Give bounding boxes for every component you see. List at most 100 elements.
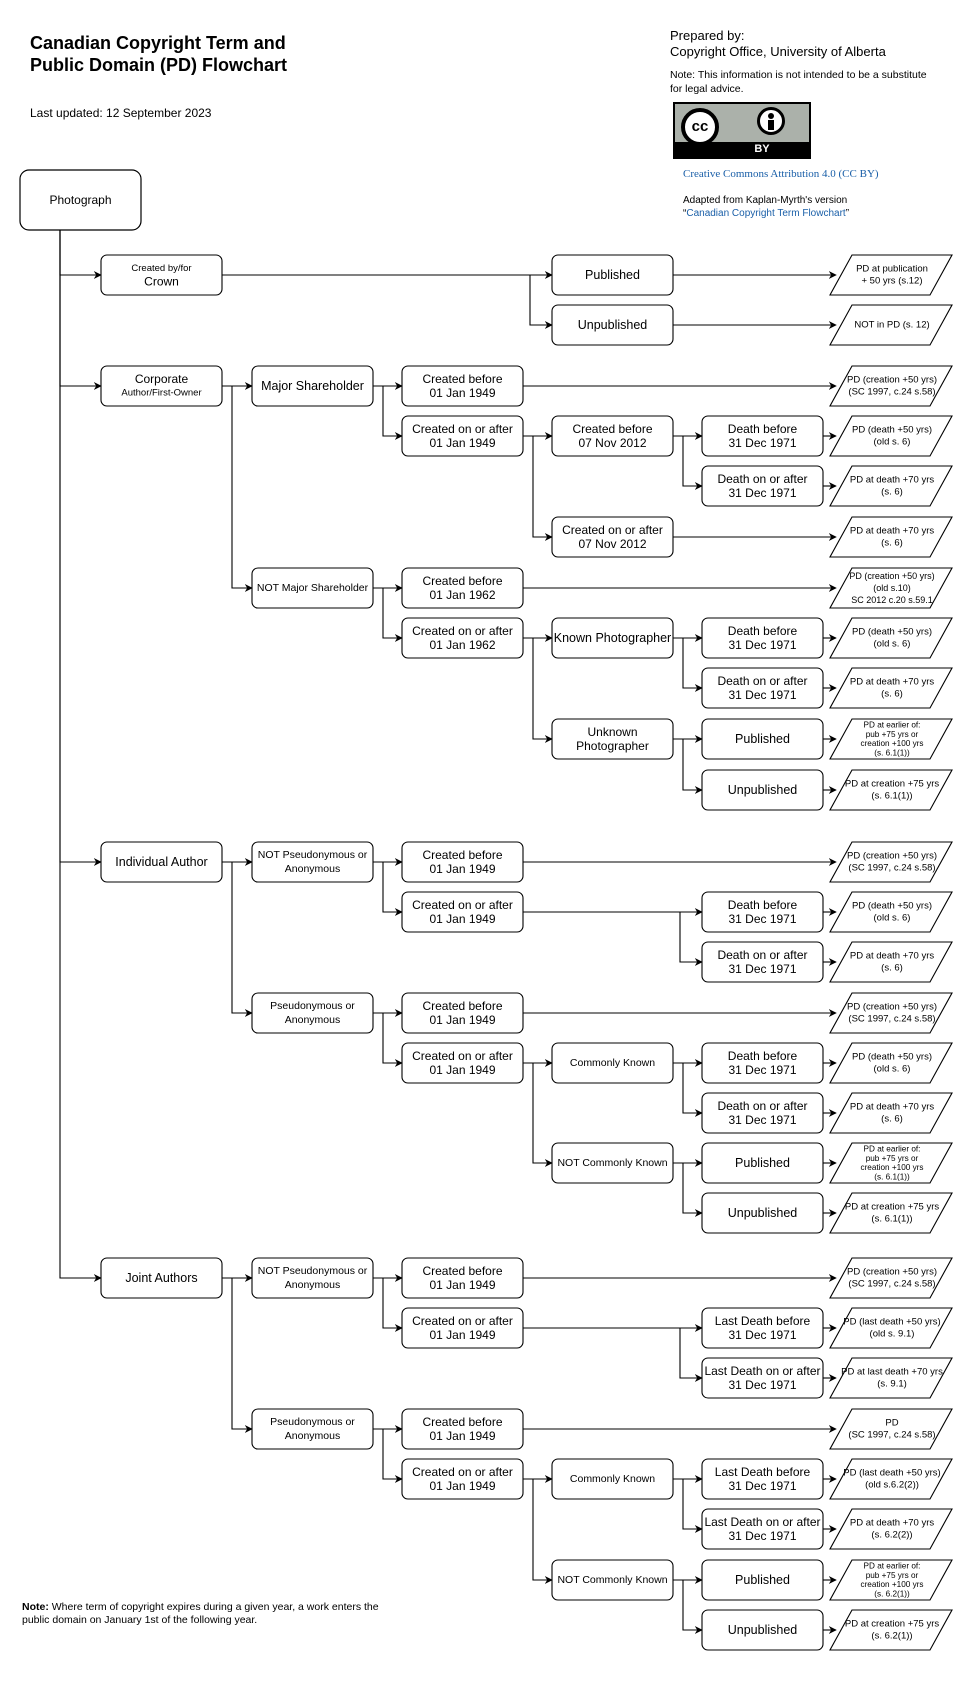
node-ms-before-1949[interactable]: Created before01 Jan 1949 <box>401 365 524 407</box>
outcome-label: PD at last death +70 yrs <box>841 1367 943 1378</box>
node-label: Anonymous <box>285 1279 340 1291</box>
node-label: Last Death before <box>715 1314 811 1328</box>
node-ja-not-pseudo[interactable]: NOT Pseudonymous or Anonymous <box>251 1257 374 1299</box>
node-joint-authors[interactable]: Joint Authors <box>100 1257 223 1299</box>
node-label: Known Photographer <box>554 631 671 645</box>
connector-photograph-to-individual-author <box>59 230 102 866</box>
node-ia-nck-published[interactable]: Published <box>701 1142 824 1184</box>
node-label: Pseudonymous or <box>270 1416 355 1428</box>
outcome-label: (s. 6.1(1)) <box>874 1172 910 1181</box>
node-ja-nck-unpublished[interactable]: Unpublished <box>701 1609 824 1651</box>
node-label: Created by/for <box>131 263 191 274</box>
node-box[interactable] <box>251 992 374 1034</box>
node-label: 31 Dec 1971 <box>728 912 796 926</box>
node-label: Unpublished <box>728 783 798 797</box>
node-ia-np-death-after[interactable]: Death on or after31 Dec 1971 <box>701 941 824 983</box>
node-box[interactable] <box>251 841 374 883</box>
node-ia-not-pseudo[interactable]: NOT Pseudonymous or Anonymous <box>251 841 374 883</box>
outcome-label: PD at death +70 yrs <box>850 1518 934 1529</box>
node-label: Death before <box>728 624 798 638</box>
node-ia-np-death-before[interactable]: Death before31 Dec 1971 <box>701 891 824 933</box>
outcome-o-up-published: PD at earlier of:pub +75 yrs orcreation … <box>829 718 953 760</box>
connector-ia-p-after-1949-to-ia-not-commonly-known <box>523 1062 553 1167</box>
node-ja-nck-published[interactable]: Published <box>701 1559 824 1601</box>
node-ia-pseudo[interactable]: Pseudonymous or Anonymous <box>251 992 374 1034</box>
node-ja-not-commonly-known[interactable]: NOT Commonly Known <box>551 1559 674 1601</box>
node-ms-after-2012[interactable]: Created on or after07 Nov 2012 <box>551 516 674 558</box>
connector-photograph-to-crown <box>59 230 102 279</box>
outcome-o-ia-ck-death-after: PD at death +70 yrs(s. 6) <box>829 1092 953 1134</box>
outcome-label: (s. 6) <box>881 538 903 549</box>
node-crown[interactable]: Created by/forCrown <box>100 254 223 296</box>
node-label: Last Death on or after <box>704 1515 820 1529</box>
node-ja-np-last-death-after[interactable]: Last Death on or after31 Dec 1971 <box>701 1357 824 1399</box>
node-label: Individual Author <box>115 855 207 869</box>
outcome-label: PD (last death +50 yrs) <box>843 1468 940 1479</box>
node-kp-death-after[interactable]: Death on or after31 Dec 1971 <box>701 667 824 709</box>
node-crown-unpublished[interactable]: Unpublished <box>551 304 674 346</box>
node-ia-p-before-1949[interactable]: Created before01 Jan 1949 <box>401 992 524 1034</box>
node-ja-ck-last-death-after[interactable]: Last Death on or after31 Dec 1971 <box>701 1508 824 1550</box>
node-kp-death-before[interactable]: Death before31 Dec 1971 <box>701 617 824 659</box>
node-nms-before-1962[interactable]: Created before01 Jan 1962 <box>401 567 524 609</box>
node-ja-ck-last-death-before[interactable]: Last Death before31 Dec 1971 <box>701 1458 824 1500</box>
node-photograph[interactable]: Photograph <box>19 169 142 231</box>
node-box[interactable] <box>251 1257 374 1299</box>
node-ja-p-before-1949[interactable]: Created before01 Jan 1949 <box>401 1408 524 1450</box>
node-ia-nck-unpublished[interactable]: Unpublished <box>701 1192 824 1234</box>
node-individual-author[interactable]: Individual Author <box>100 841 223 883</box>
node-ia-ck-death-before[interactable]: Death before31 Dec 1971 <box>701 1042 824 1084</box>
node-label: 31 Dec 1971 <box>728 638 796 652</box>
node-ja-np-last-death-before[interactable]: Last Death before31 Dec 1971 <box>701 1307 824 1349</box>
node-ms-before-2012[interactable]: Created before07 Nov 2012 <box>551 415 674 457</box>
node-ja-pseudo[interactable]: Pseudonymous or Anonymous <box>251 1408 374 1450</box>
connector-ia-not-pseudo-to-ia-np-after-1949 <box>373 861 403 916</box>
outcome-o-crown-unpub: NOT in PD (s. 12) <box>829 304 953 346</box>
node-ia-not-commonly-known[interactable]: NOT Commonly Known <box>551 1142 674 1184</box>
connector-ia-not-commonly-known-to-ia-nck-unpublished <box>673 1162 703 1217</box>
node-ia-np-before-1949[interactable]: Created before01 Jan 1949 <box>401 841 524 883</box>
node-crown-published[interactable]: Published <box>551 254 674 296</box>
node-up-published[interactable]: Published <box>701 718 824 760</box>
node-label: Created before <box>422 574 502 588</box>
node-nms-after-1962[interactable]: Created on or after01 Jan 1962 <box>401 617 524 659</box>
node-ia-p-after-1949[interactable]: Created on or after01 Jan 1949 <box>401 1042 524 1084</box>
node-label: 01 Jan 1949 <box>429 386 495 400</box>
node-label: Unpublished <box>728 1206 798 1220</box>
node-ms-after-1949[interactable]: Created on or after01 Jan 1949 <box>401 415 524 457</box>
node-label: Published <box>735 732 790 746</box>
outcome-label: PD at death +70 yrs <box>850 475 934 486</box>
node-ms-death-after[interactable]: Death on or after31 Dec 1971 <box>701 465 824 507</box>
outcome-label: (s. 6.1(1)) <box>871 1214 912 1225</box>
node-not-major-shareholder[interactable]: NOT Major Shareholder <box>251 567 374 609</box>
flowchart-outcomes: PD at publication+ 50 yrs (s.12) NOT in P… <box>829 254 953 1651</box>
node-label: Created before <box>422 1415 502 1429</box>
node-label: 01 Jan 1949 <box>429 1328 495 1342</box>
node-up-unpublished[interactable]: Unpublished <box>701 769 824 811</box>
node-ia-commonly-known[interactable]: Commonly Known <box>551 1042 674 1084</box>
node-ja-p-after-1949[interactable]: Created on or after01 Jan 1949 <box>401 1458 524 1500</box>
node-label: Created on or after <box>412 624 513 638</box>
outcome-o-ja-nck-unpublished: PD at creation +75 yrs(s. 6.2(1)) <box>829 1609 953 1651</box>
node-ja-np-after-1949[interactable]: Created on or after01 Jan 1949 <box>401 1307 524 1349</box>
node-ja-commonly-known[interactable]: Commonly Known <box>551 1458 674 1500</box>
node-known-photographer[interactable]: Known Photographer <box>551 617 674 659</box>
connector-ja-not-pseudo-to-ja-np-after-1949 <box>373 1277 403 1332</box>
outcome-label: PD at earlier of: <box>864 1562 921 1571</box>
outcome-label: (s. 6) <box>881 1114 903 1125</box>
outcome-label: creation +100 yrs <box>860 1163 923 1172</box>
node-major-shareholder[interactable]: Major Shareholder <box>251 365 374 407</box>
node-corporate[interactable]: Corporate Author/First-Owner <box>100 365 223 407</box>
node-label: Anonymous <box>285 1014 340 1026</box>
node-ja-np-before-1949[interactable]: Created before01 Jan 1949 <box>401 1257 524 1299</box>
node-ms-death-before[interactable]: Death before31 Dec 1971 <box>701 415 824 457</box>
connector-ja-np-after-1949-to-ja-np-last-death-after <box>523 1327 703 1382</box>
outcome-label: (s. 6) <box>881 689 903 700</box>
node-ia-np-after-1949[interactable]: Created on or after01 Jan 1949 <box>401 891 524 933</box>
node-label: NOT Pseudonymous or <box>258 1265 368 1277</box>
node-ia-ck-death-after[interactable]: Death on or after31 Dec 1971 <box>701 1092 824 1134</box>
node-box[interactable] <box>251 1408 374 1450</box>
node-label: 01 Jan 1949 <box>429 436 495 450</box>
outcome-o-kp-death-after: PD at death +70 yrs(s. 6) <box>829 667 953 709</box>
node-unknown-photographer[interactable]: UnknownPhotographer <box>551 718 674 760</box>
